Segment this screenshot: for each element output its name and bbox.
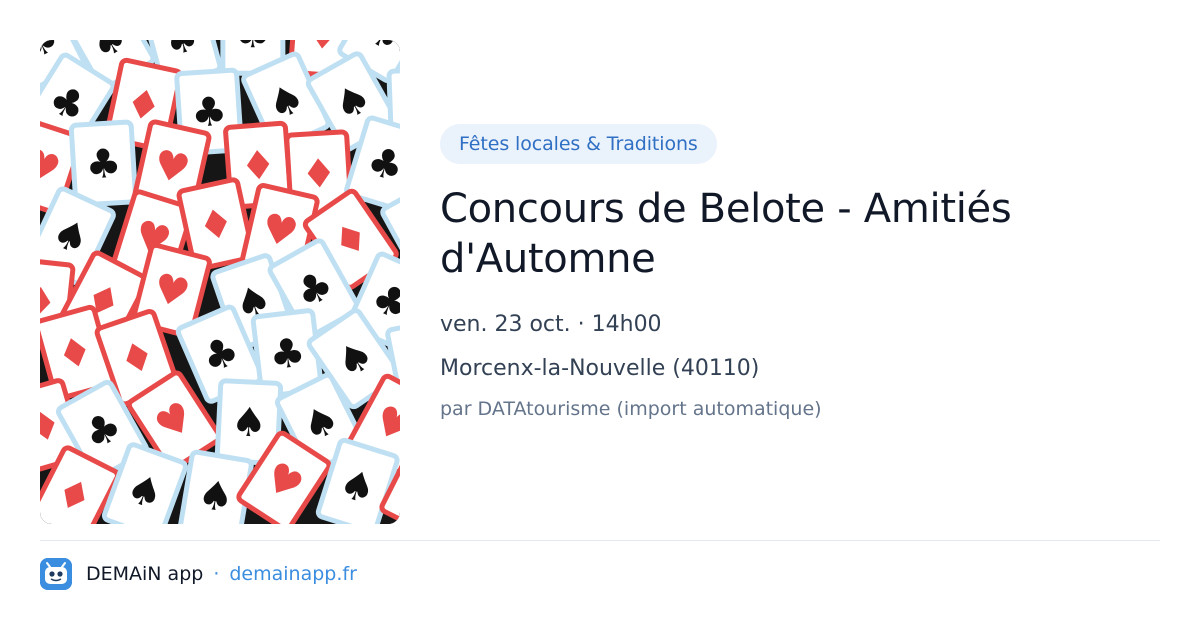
card-suit-icon: ♣ (235, 40, 271, 57)
footer-divider (40, 540, 1160, 541)
event-details: Fêtes locales & Traditions Concours de B… (440, 124, 1160, 422)
card-suit-icon: ♦ (239, 142, 278, 191)
category-badge[interactable]: Fêtes locales & Traditions (440, 124, 717, 164)
card-suit-icon: ♦ (300, 150, 339, 198)
footer: DEMAiN app · demainapp.fr (40, 558, 357, 590)
card-suit-icon: ♦ (303, 40, 342, 60)
app-name: DEMAiN app (86, 563, 204, 585)
card-suit-icon: ♣ (84, 141, 123, 189)
app-domain-link[interactable]: demainapp.fr (229, 563, 357, 585)
event-title: Concours de Belote - Amitiés d'Automne (440, 186, 1012, 282)
event-source: par DATAtourisme (import automatique) (440, 398, 822, 420)
card-suit-icon: ♠ (194, 471, 237, 522)
footer-separator: · (213, 563, 220, 585)
card-suit-icon: ♣ (267, 329, 308, 379)
playing-card: ♣ (68, 119, 139, 208)
event-date: ven. 23 oct. · 14h00 (440, 312, 662, 337)
app-logo-icon (40, 558, 72, 590)
card-suit-icon: ♠ (230, 399, 268, 447)
playing-cards-illustration: ♣♠♠♣♦♠♣♦♣♠♠♣♥♣♥♦♦♣♠♥♦♥♦♠♦♦♥♠♣♣♦♦♣♣♠♠♦♣♥♠… (40, 40, 400, 524)
event-location: Morcenx-la-Nouvelle (40110) (440, 356, 760, 381)
event-image: ♣♠♠♣♦♠♣♦♣♠♠♣♥♣♥♦♦♣♠♥♦♥♦♠♦♦♥♠♣♣♦♦♣♣♠♠♦♣♥♠… (40, 40, 400, 524)
